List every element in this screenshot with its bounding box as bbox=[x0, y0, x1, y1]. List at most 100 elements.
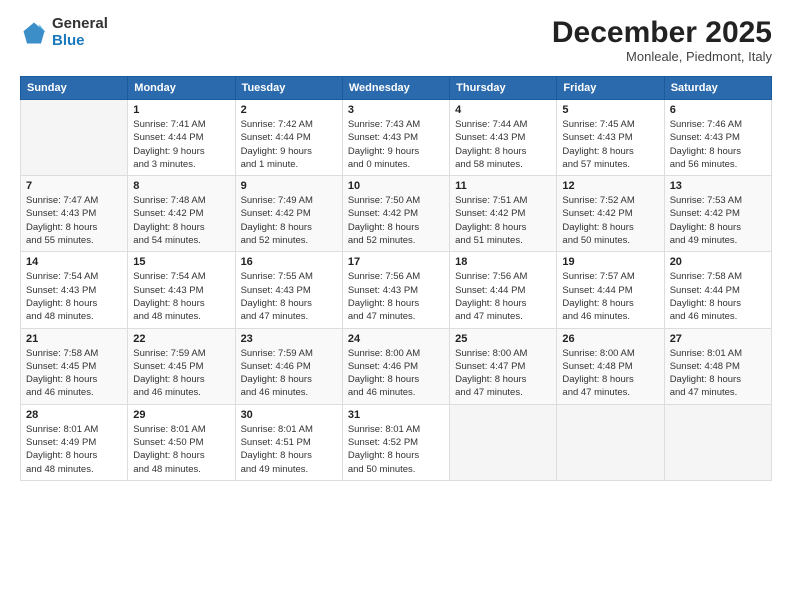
day-info: Sunrise: 7:46 AMSunset: 4:43 PMDaylight:… bbox=[670, 118, 766, 171]
day-number: 13 bbox=[670, 180, 766, 192]
logo-text: General Blue bbox=[52, 16, 108, 49]
calendar-week-row: 14 Sunrise: 7:54 AMSunset: 4:43 PMDayligh… bbox=[21, 252, 772, 328]
calendar-cell: 18 Sunrise: 7:56 AMSunset: 4:44 PMDayligh… bbox=[450, 252, 557, 328]
calendar-cell: 27 Sunrise: 8:01 AMSunset: 4:48 PMDayligh… bbox=[664, 328, 771, 404]
day-info: Sunrise: 7:52 AMSunset: 4:42 PMDaylight:… bbox=[562, 194, 658, 247]
calendar-cell: 15 Sunrise: 7:54 AMSunset: 4:43 PMDayligh… bbox=[128, 252, 235, 328]
calendar-cell bbox=[664, 404, 771, 480]
calendar-cell: 26 Sunrise: 8:00 AMSunset: 4:48 PMDayligh… bbox=[557, 328, 664, 404]
day-number: 17 bbox=[348, 256, 444, 268]
day-number: 4 bbox=[455, 104, 551, 116]
calendar-cell: 25 Sunrise: 8:00 AMSunset: 4:47 PMDayligh… bbox=[450, 328, 557, 404]
day-number: 11 bbox=[455, 180, 551, 192]
day-number: 9 bbox=[241, 180, 337, 192]
day-info: Sunrise: 7:59 AMSunset: 4:45 PMDaylight:… bbox=[133, 347, 229, 400]
calendar-cell: 21 Sunrise: 7:58 AMSunset: 4:45 PMDayligh… bbox=[21, 328, 128, 404]
calendar-cell: 16 Sunrise: 7:55 AMSunset: 4:43 PMDayligh… bbox=[235, 252, 342, 328]
calendar-week-row: 1 Sunrise: 7:41 AMSunset: 4:44 PMDaylight… bbox=[21, 100, 772, 176]
calendar-table: SundayMondayTuesdayWednesdayThursdayFrid… bbox=[20, 76, 772, 481]
calendar-header-row: SundayMondayTuesdayWednesdayThursdayFrid… bbox=[21, 77, 772, 100]
calendar-week-row: 7 Sunrise: 7:47 AMSunset: 4:43 PMDaylight… bbox=[21, 176, 772, 252]
day-info: Sunrise: 8:00 AMSunset: 4:47 PMDaylight:… bbox=[455, 347, 551, 400]
calendar-cell: 19 Sunrise: 7:57 AMSunset: 4:44 PMDayligh… bbox=[557, 252, 664, 328]
day-info: Sunrise: 8:01 AMSunset: 4:51 PMDaylight:… bbox=[241, 423, 337, 476]
day-number: 15 bbox=[133, 256, 229, 268]
header-cell-thursday: Thursday bbox=[450, 77, 557, 100]
day-info: Sunrise: 7:55 AMSunset: 4:43 PMDaylight:… bbox=[241, 270, 337, 323]
calendar-cell: 1 Sunrise: 7:41 AMSunset: 4:44 PMDaylight… bbox=[128, 100, 235, 176]
day-number: 10 bbox=[348, 180, 444, 192]
day-number: 28 bbox=[26, 409, 122, 421]
calendar-cell: 7 Sunrise: 7:47 AMSunset: 4:43 PMDaylight… bbox=[21, 176, 128, 252]
day-info: Sunrise: 7:56 AMSunset: 4:44 PMDaylight:… bbox=[455, 270, 551, 323]
calendar-cell bbox=[450, 404, 557, 480]
day-info: Sunrise: 7:47 AMSunset: 4:43 PMDaylight:… bbox=[26, 194, 122, 247]
day-number: 29 bbox=[133, 409, 229, 421]
day-info: Sunrise: 7:50 AMSunset: 4:42 PMDaylight:… bbox=[348, 194, 444, 247]
day-number: 12 bbox=[562, 180, 658, 192]
header-cell-friday: Friday bbox=[557, 77, 664, 100]
day-info: Sunrise: 7:49 AMSunset: 4:42 PMDaylight:… bbox=[241, 194, 337, 247]
calendar-cell: 4Sunrise: 7:44 AMSunset: 4:43 PMDaylight… bbox=[450, 100, 557, 176]
calendar-cell: 28 Sunrise: 8:01 AMSunset: 4:49 PMDayligh… bbox=[21, 404, 128, 480]
day-number: 1 bbox=[133, 104, 229, 116]
calendar-cell: 17 Sunrise: 7:56 AMSunset: 4:43 PMDayligh… bbox=[342, 252, 449, 328]
logo: General Blue bbox=[20, 16, 108, 49]
calendar-cell: 11 Sunrise: 7:51 AMSunset: 4:42 PMDayligh… bbox=[450, 176, 557, 252]
day-number: 18 bbox=[455, 256, 551, 268]
day-number: 30 bbox=[241, 409, 337, 421]
calendar-subtitle: Monleale, Piedmont, Italy bbox=[552, 49, 772, 64]
header-cell-wednesday: Wednesday bbox=[342, 77, 449, 100]
day-info: Sunrise: 8:01 AMSunset: 4:49 PMDaylight:… bbox=[26, 423, 122, 476]
day-info: Sunrise: 7:58 AMSunset: 4:44 PMDaylight:… bbox=[670, 270, 766, 323]
calendar-cell: 12 Sunrise: 7:52 AMSunset: 4:42 PMDayligh… bbox=[557, 176, 664, 252]
logo-line2: Blue bbox=[52, 33, 108, 50]
day-info: Sunrise: 7:54 AMSunset: 4:43 PMDaylight:… bbox=[133, 270, 229, 323]
day-info: Sunrise: 7:59 AMSunset: 4:46 PMDaylight:… bbox=[241, 347, 337, 400]
calendar-title: December 2025 bbox=[552, 16, 772, 49]
header-cell-tuesday: Tuesday bbox=[235, 77, 342, 100]
day-info: Sunrise: 7:43 AMSunset: 4:43 PMDaylight:… bbox=[348, 118, 444, 171]
day-number: 2 bbox=[241, 104, 337, 116]
logo-line1: General bbox=[52, 16, 108, 33]
day-number: 24 bbox=[348, 333, 444, 345]
calendar-cell: 3 Sunrise: 7:43 AMSunset: 4:43 PMDaylight… bbox=[342, 100, 449, 176]
calendar-cell: 22 Sunrise: 7:59 AMSunset: 4:45 PMDayligh… bbox=[128, 328, 235, 404]
day-number: 16 bbox=[241, 256, 337, 268]
title-block: December 2025 Monleale, Piedmont, Italy bbox=[552, 16, 772, 64]
day-number: 25 bbox=[455, 333, 551, 345]
day-number: 8 bbox=[133, 180, 229, 192]
calendar-cell: 20Sunrise: 7:58 AMSunset: 4:44 PMDayligh… bbox=[664, 252, 771, 328]
page-container: General Blue December 2025 Monleale, Pie… bbox=[0, 0, 792, 491]
day-info: Sunrise: 7:57 AMSunset: 4:44 PMDaylight:… bbox=[562, 270, 658, 323]
day-number: 3 bbox=[348, 104, 444, 116]
day-number: 14 bbox=[26, 256, 122, 268]
calendar-cell: 14Sunrise: 7:54 AMSunset: 4:43 PMDayligh… bbox=[21, 252, 128, 328]
day-info: Sunrise: 7:45 AMSunset: 4:43 PMDaylight:… bbox=[562, 118, 658, 171]
calendar-cell: 23Sunrise: 7:59 AMSunset: 4:46 PMDayligh… bbox=[235, 328, 342, 404]
calendar-week-row: 28 Sunrise: 8:01 AMSunset: 4:49 PMDayligh… bbox=[21, 404, 772, 480]
day-number: 27 bbox=[670, 333, 766, 345]
day-number: 21 bbox=[26, 333, 122, 345]
day-number: 31 bbox=[348, 409, 444, 421]
day-number: 7 bbox=[26, 180, 122, 192]
day-info: Sunrise: 7:41 AMSunset: 4:44 PMDaylight:… bbox=[133, 118, 229, 171]
calendar-cell: 13Sunrise: 7:53 AMSunset: 4:42 PMDayligh… bbox=[664, 176, 771, 252]
day-info: Sunrise: 8:01 AMSunset: 4:48 PMDaylight:… bbox=[670, 347, 766, 400]
calendar-cell: 29Sunrise: 8:01 AMSunset: 4:50 PMDayligh… bbox=[128, 404, 235, 480]
day-info: Sunrise: 7:48 AMSunset: 4:42 PMDaylight:… bbox=[133, 194, 229, 247]
day-info: Sunrise: 7:42 AMSunset: 4:44 PMDaylight:… bbox=[241, 118, 337, 171]
calendar-cell: 8 Sunrise: 7:48 AMSunset: 4:42 PMDaylight… bbox=[128, 176, 235, 252]
day-info: Sunrise: 8:00 AMSunset: 4:48 PMDaylight:… bbox=[562, 347, 658, 400]
day-number: 22 bbox=[133, 333, 229, 345]
day-info: Sunrise: 7:51 AMSunset: 4:42 PMDaylight:… bbox=[455, 194, 551, 247]
day-info: Sunrise: 7:58 AMSunset: 4:45 PMDaylight:… bbox=[26, 347, 122, 400]
header-cell-sunday: Sunday bbox=[21, 77, 128, 100]
calendar-cell: 31Sunrise: 8:01 AMSunset: 4:52 PMDayligh… bbox=[342, 404, 449, 480]
day-number: 19 bbox=[562, 256, 658, 268]
calendar-cell bbox=[557, 404, 664, 480]
day-info: Sunrise: 7:56 AMSunset: 4:43 PMDaylight:… bbox=[348, 270, 444, 323]
header: General Blue December 2025 Monleale, Pie… bbox=[20, 16, 772, 64]
day-number: 26 bbox=[562, 333, 658, 345]
calendar-cell: 30 Sunrise: 8:01 AMSunset: 4:51 PMDayligh… bbox=[235, 404, 342, 480]
